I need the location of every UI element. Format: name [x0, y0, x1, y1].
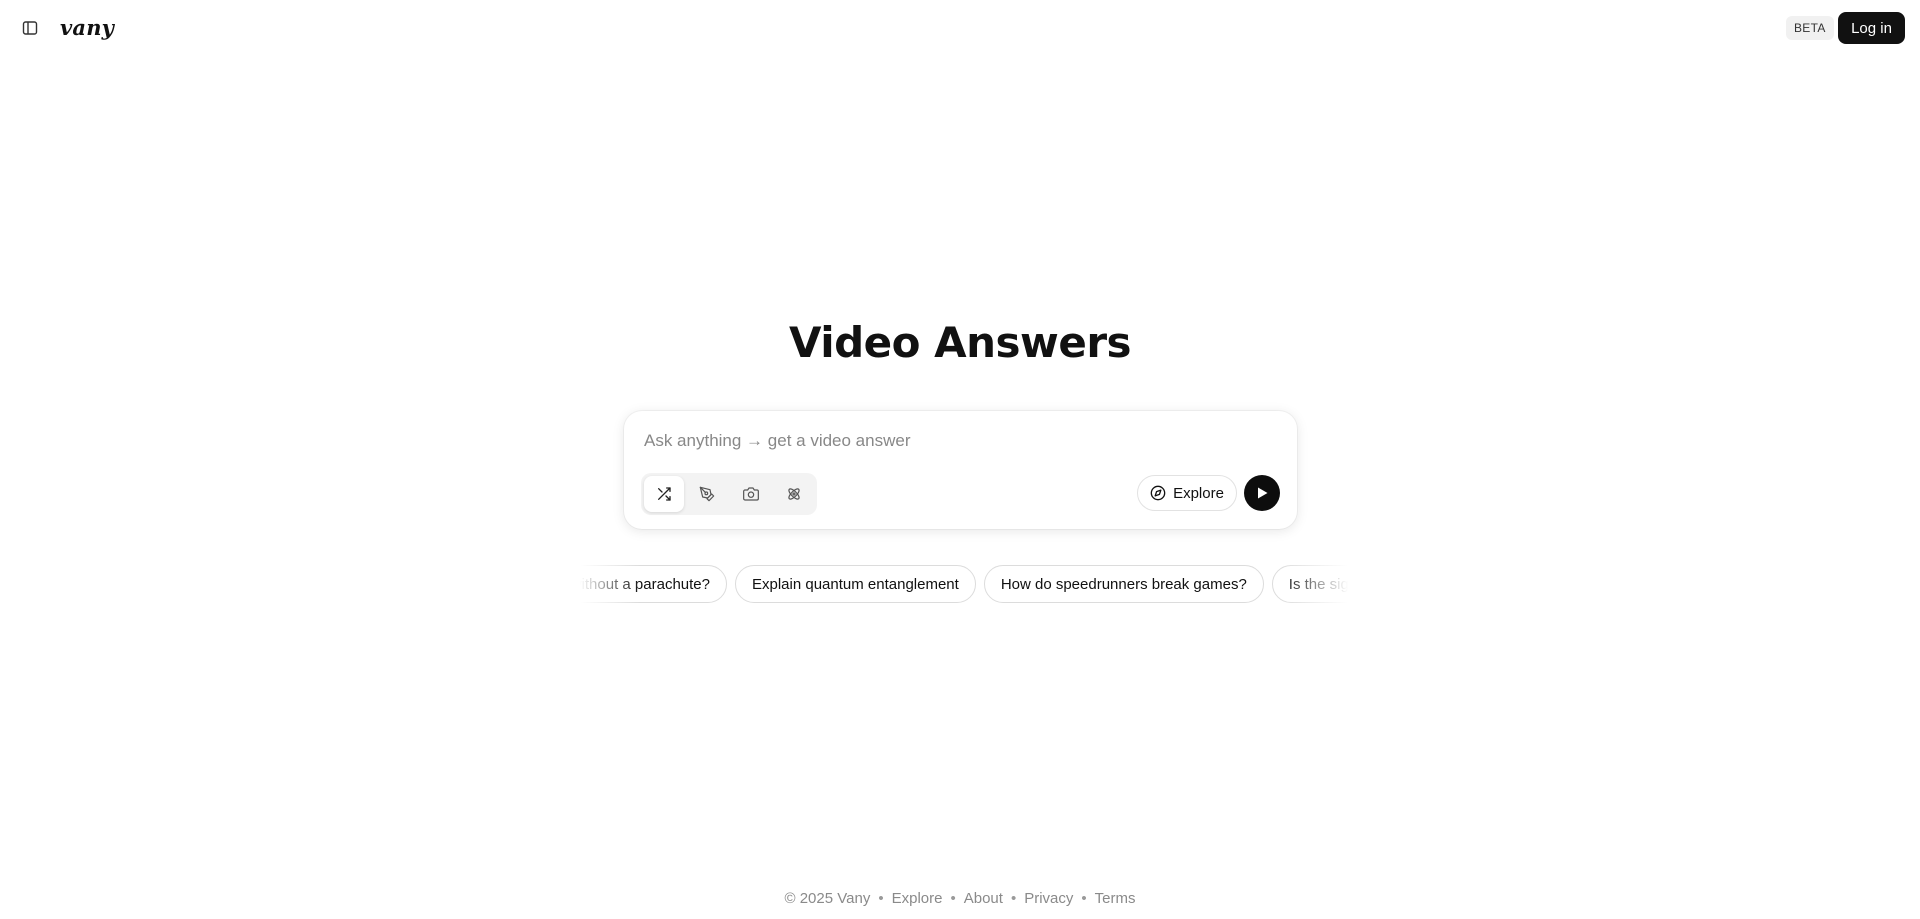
footer-separator: • — [1010, 890, 1017, 907]
mode-draw-button[interactable] — [688, 476, 728, 512]
mode-camera-button[interactable] — [731, 476, 771, 512]
atom-icon — [788, 488, 800, 500]
suggestion-chip[interactable]: Explain quantum entanglement — [735, 565, 976, 603]
composer: Explore — [624, 411, 1297, 529]
mode-shuffle-button[interactable] — [644, 476, 684, 512]
pen-tool-icon — [699, 486, 715, 502]
explore-label: Explore — [1173, 484, 1224, 502]
footer-separator: • — [950, 890, 956, 907]
login-button[interactable]: Log in — [1838, 12, 1905, 44]
shuffle-icon — [657, 487, 671, 501]
footer: © 2025 Vany • Explore • About • Privacy … — [0, 890, 1920, 907]
footer-separator: • — [1081, 890, 1087, 907]
question-input[interactable] — [644, 427, 1264, 455]
mode-selector — [641, 473, 817, 515]
footer-link-terms[interactable]: Terms — [1095, 890, 1136, 907]
footer-separator: • — [878, 890, 884, 907]
suggestion-chip[interactable]: How do you survive a fall without a para… — [580, 565, 727, 603]
compass-icon — [1150, 485, 1166, 501]
top-bar: vany BETA Log in — [0, 0, 1920, 56]
suggestion-chip[interactable]: How do speedrunners break games? — [983, 565, 1264, 603]
footer-link-explore[interactable]: Explore — [892, 890, 943, 907]
copyright: © 2025 Vany — [784, 890, 871, 907]
explore-button[interactable]: Explore — [1137, 475, 1237, 511]
play-icon — [1258, 487, 1268, 499]
sidebar-toggle-icon[interactable] — [19, 17, 41, 39]
page-title: Video Answers — [788, 318, 1132, 367]
beta-badge: BETA — [1786, 16, 1834, 40]
mode-science-button[interactable] — [775, 476, 815, 512]
suggestion-carousel: How do you survive a fall without a para… — [580, 563, 1348, 605]
footer-link-about[interactable]: About — [964, 890, 1003, 907]
logo[interactable]: vany — [60, 15, 114, 40]
camera-icon — [742, 487, 759, 501]
send-button[interactable] — [1244, 475, 1280, 511]
suggestion-chip[interactable]: Is the sign — [1271, 565, 1348, 603]
footer-link-privacy[interactable]: Privacy — [1024, 890, 1073, 907]
